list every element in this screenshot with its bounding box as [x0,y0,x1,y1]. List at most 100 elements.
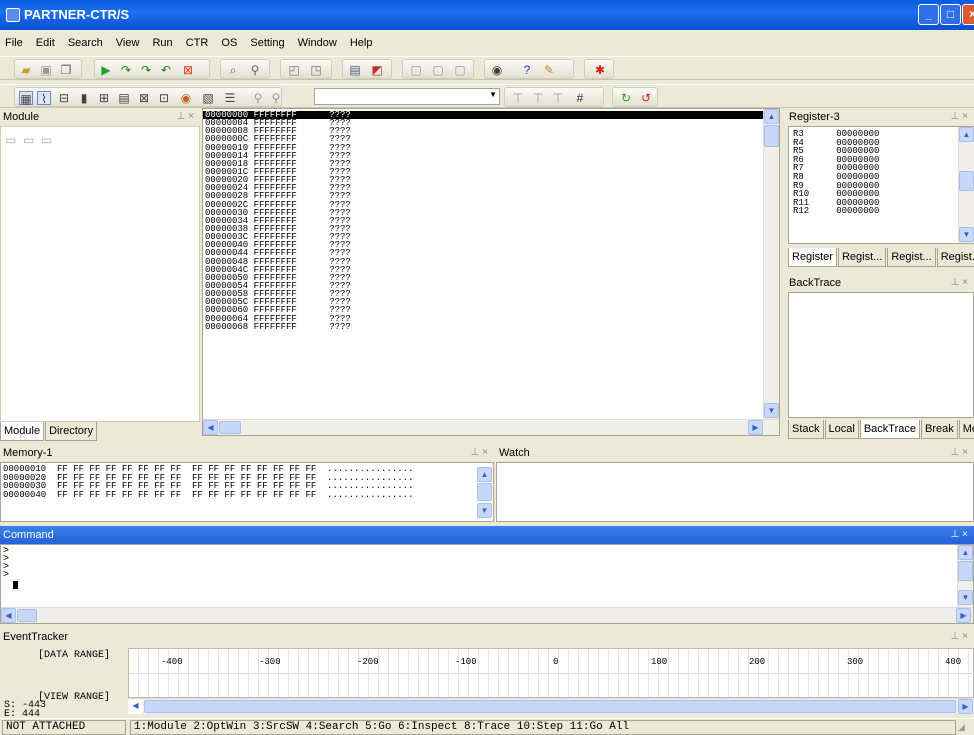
title-bar[interactable]: PARTNER-CTR/S [0,0,974,30]
pin-icon[interactable]: ⊥ × [951,628,968,646]
backtrace-list[interactable] [788,292,974,418]
scroll-up-icon[interactable]: ▲ [958,545,973,560]
menu-os[interactable]: OS [216,33,242,53]
format-grid-icon[interactable]: # [573,91,587,105]
menu-view[interactable]: View [111,33,145,53]
disasm-line[interactable]: 00000068 FFFFFFFF ???? [203,322,763,331]
memory-row[interactable]: 00000040 FF FF FF FF FF FF FF FF FF FF F… [3,490,413,500]
register-list[interactable]: R3 00000000 R4 00000000 R5 00000000 R6 0000… [788,126,974,244]
event-timeline[interactable]: -400 -300 -200 -100 0 100 200 300 400 [128,648,974,698]
scroll-down-icon[interactable]: ▼ [958,590,973,605]
pin-icon[interactable]: ⊥ × [471,444,488,462]
trace-icon[interactable]: ▤ [348,63,362,77]
command-console[interactable]: > > > > ▲ ▼ ◀ ▶ [0,544,974,624]
bug-icon[interactable]: ✱ [593,63,607,77]
disassembly-panel[interactable]: 00000000 FFFFFFFF ???? 00000004 FFFFFFFF … [202,108,780,436]
panel-cmd-icon[interactable]: ▧ [201,91,215,105]
panel-trace-icon[interactable]: ◉ [179,91,193,105]
menu-file[interactable]: File [0,33,28,53]
panel-reg-icon[interactable]: ▮ [77,91,91,105]
menu-edit[interactable]: Edit [31,33,60,53]
window-a-icon[interactable]: ◰ [287,63,301,77]
folder-open-icon[interactable]: ▭ [23,133,34,147]
menu-setting[interactable]: Setting [245,33,289,53]
panel-memory-icon[interactable]: ▤ [117,91,131,105]
open-icon[interactable]: ▰ [19,63,33,77]
scroll-right-icon[interactable]: ▶ [958,699,973,714]
command-hscroll-thumb[interactable] [17,609,37,622]
panel-stack-icon[interactable]: ⊞ [97,91,111,105]
command-hscrollbar[interactable]: ◀ ▶ [1,607,973,623]
format-c-icon[interactable]: ⊤ [551,91,565,105]
step-into-icon[interactable]: ↷ [119,63,133,77]
view-c-icon[interactable]: ▢ [453,63,467,77]
command-vscroll-thumb[interactable] [958,561,973,581]
disasm-vscrollbar[interactable]: ▲ ▼ [763,109,779,419]
close-button[interactable]: × [962,4,974,25]
tab-break[interactable]: Break [920,420,958,439]
help-icon[interactable]: ? [520,63,534,77]
minimize-button[interactable]: _ [918,4,939,25]
tab-memo[interactable]: Memo [958,420,974,439]
scroll-up-icon[interactable]: ▲ [477,467,492,482]
stop-icon[interactable]: ⊠ [181,63,195,77]
disasm-hscroll-thumb[interactable] [219,421,241,434]
maximize-button[interactable]: □ [940,4,961,25]
scroll-left-icon[interactable]: ◀ [203,420,218,435]
folder-icon[interactable]: ▭ [5,133,16,147]
reset-icon[interactable]: ↺ [639,91,653,105]
view-a-icon[interactable]: ▢ [409,63,423,77]
tab-module[interactable]: Module [0,422,45,441]
panel-event-icon[interactable]: ☰ [223,91,237,105]
memory-dump[interactable]: 00000010 FF FF FF FF FF FF FF FF FF FF F… [0,462,494,522]
scroll-right-icon[interactable]: ▶ [956,608,971,623]
scroll-down-icon[interactable]: ▼ [959,227,974,242]
scroll-right-icon[interactable]: ▶ [748,420,763,435]
tab-backtrace[interactable]: BackTrace [859,420,920,439]
memory-vscroll-thumb[interactable] [477,483,492,501]
menu-help[interactable]: Help [345,33,378,53]
panel-asm-icon[interactable]: ⊟ [57,91,71,105]
disasm-vscroll-thumb[interactable] [764,125,779,147]
panel-local-icon[interactable]: ⊡ [157,91,171,105]
register-vscrollbar[interactable]: ▲ ▼ [958,127,974,243]
about-icon[interactable]: ✎ [542,63,556,77]
search-next-icon[interactable]: ⚲ [269,91,283,105]
register-vscroll-thumb[interactable] [959,171,974,191]
format-a-icon[interactable]: ⊤ [511,91,525,105]
register-row[interactable]: R12 00000000 [793,207,879,216]
tab-register-2[interactable]: Regist... [837,248,887,267]
menu-search[interactable]: Search [63,33,108,53]
module-tree[interactable]: ▭ ▭ ▭ [0,126,200,422]
pin-icon[interactable]: ⊥ × [951,444,968,462]
break-icon[interactable]: ◩ [370,63,384,77]
folder-add-icon[interactable]: ▭ [41,133,52,147]
step-over-icon[interactable]: ↷ [139,63,153,77]
scroll-left-icon[interactable]: ◀ [1,608,16,623]
disassembly-list[interactable]: 00000000 FFFFFFFF ???? 00000004 FFFFFFFF … [203,110,763,331]
menu-window[interactable]: Window [293,33,342,53]
tab-directory[interactable]: Directory [45,422,98,441]
panel-module-icon[interactable]: ▦ [19,91,33,106]
refresh-icon[interactable]: ↻ [619,91,633,105]
watch-icon[interactable]: ⚲ [248,63,262,77]
event-hscroll-thumb[interactable] [144,700,956,713]
pin-icon[interactable]: ⊥ × [951,274,968,292]
format-b-icon[interactable]: ⊤ [531,91,545,105]
target-icon[interactable]: ◉ [490,63,504,77]
panel-source-icon[interactable]: ⌇ [37,91,51,106]
window-b-icon[interactable]: ◳ [309,63,323,77]
scroll-down-icon[interactable]: ▼ [764,403,779,418]
tab-register-3[interactable]: Regist... [887,248,936,267]
menu-run[interactable]: Run [147,33,177,53]
find-icon[interactable]: ⌕ [226,63,240,77]
disasm-hscrollbar[interactable]: ◀ ▶ [203,419,779,435]
resize-grip-icon[interactable]: ◢ [958,722,965,733]
search-icon[interactable]: ⚲ [251,91,265,105]
view-b-icon[interactable]: ▢ [431,63,445,77]
pin-icon[interactable]: ⊥ × [177,108,194,126]
search-dropdown[interactable]: ▼ [314,88,500,105]
memory-vscrollbar[interactable]: ▲ ▼ [477,467,493,519]
watch-list[interactable] [496,462,974,522]
step-out-icon[interactable]: ↶ [159,63,173,77]
